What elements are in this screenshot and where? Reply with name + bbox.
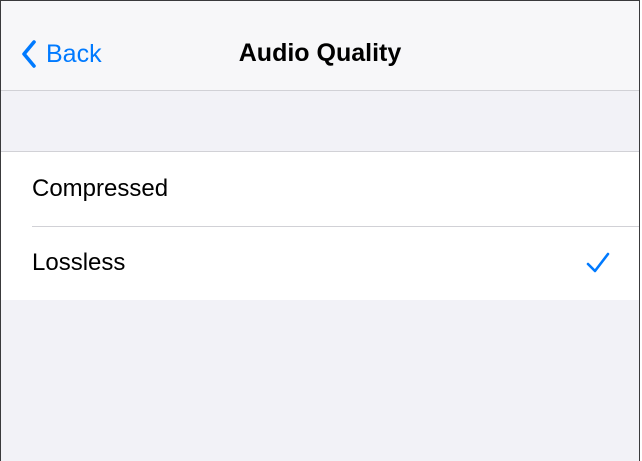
- option-compressed[interactable]: Compressed: [1, 152, 639, 226]
- empty-area: [1, 300, 639, 461]
- audio-quality-options: Compressed Lossless: [1, 151, 639, 301]
- audio-quality-screen: Back Audio Quality Compressed Lossless: [0, 0, 640, 461]
- checkmark-icon: [586, 252, 610, 273]
- option-lossless[interactable]: Lossless: [1, 226, 639, 300]
- section-spacer: [1, 91, 639, 151]
- page-title: Audio Quality: [238, 39, 402, 67]
- option-label: Lossless: [32, 249, 126, 276]
- option-label: Compressed: [32, 175, 169, 202]
- navigation-bar: Back Audio Quality: [1, 1, 639, 91]
